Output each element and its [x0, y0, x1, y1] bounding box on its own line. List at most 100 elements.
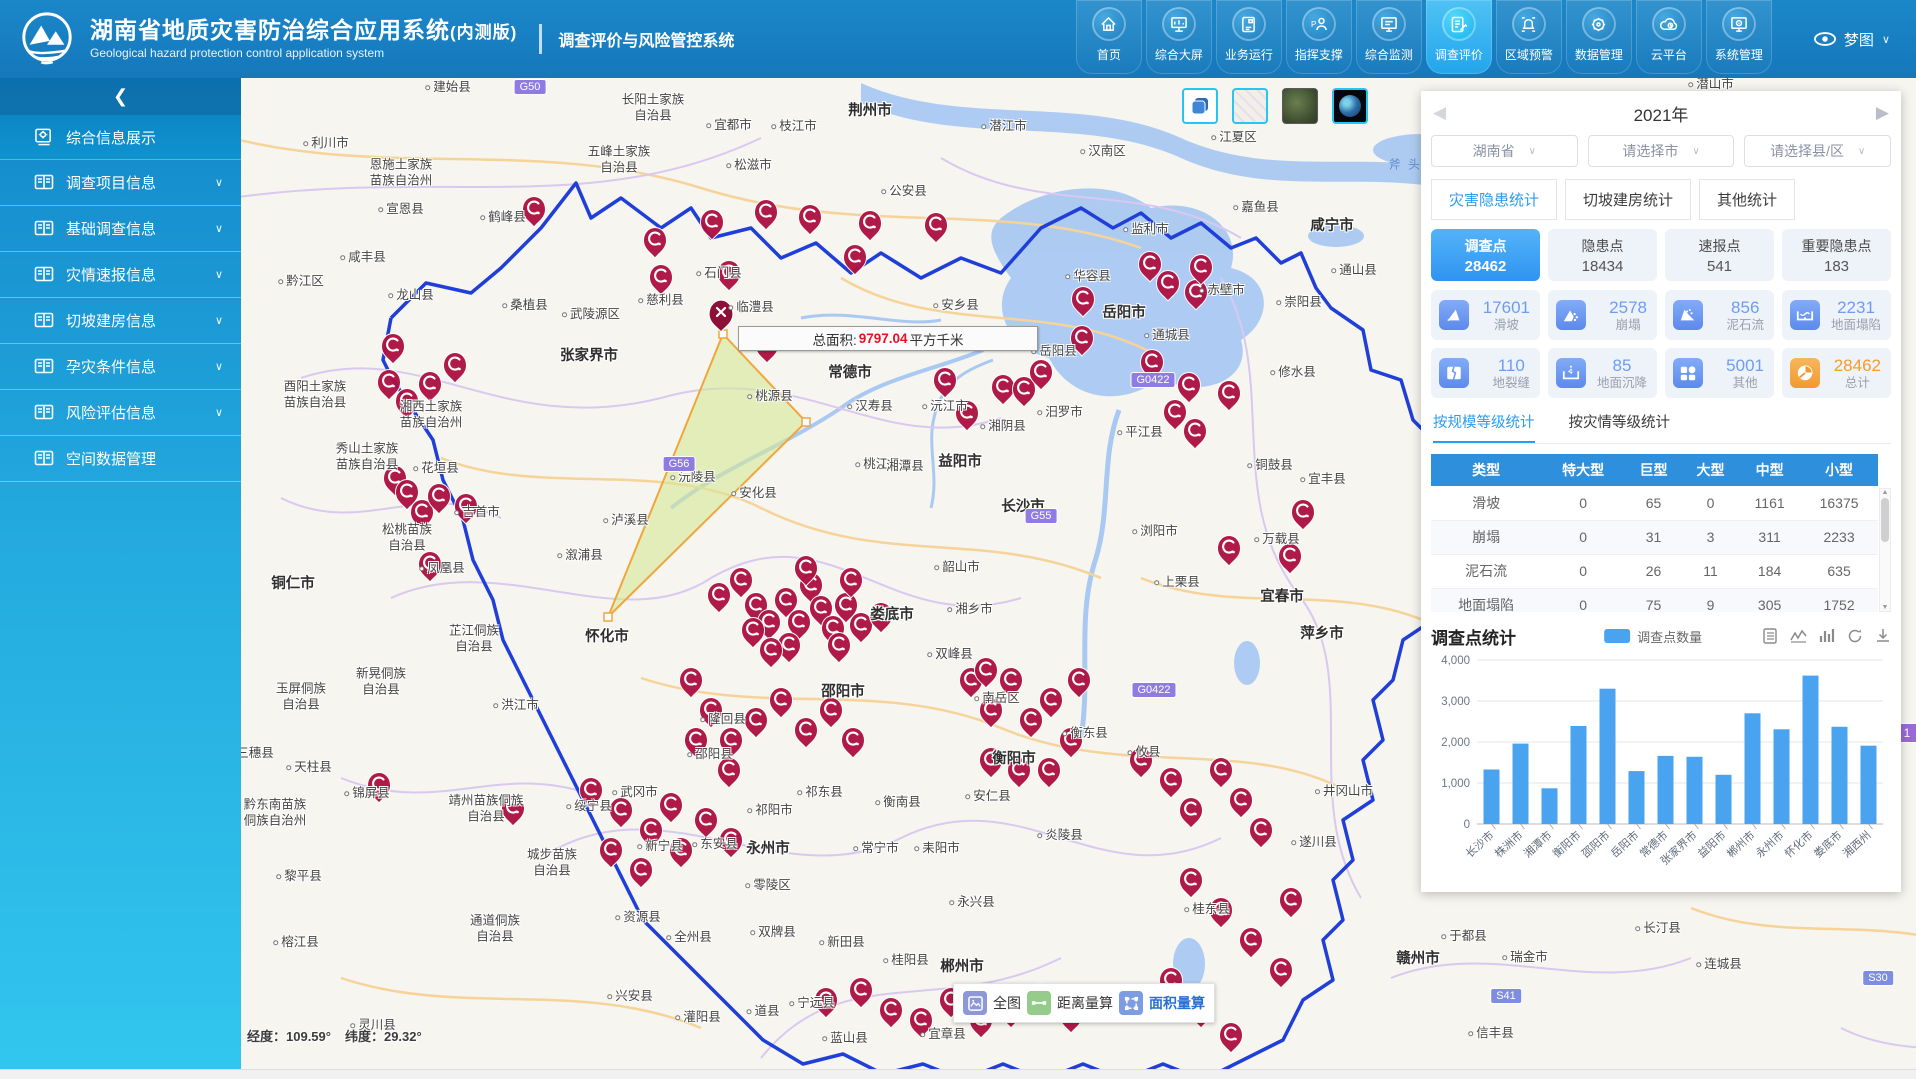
bar-益阳市[interactable] [1716, 775, 1732, 824]
data-view-icon[interactable] [1763, 628, 1778, 644]
hazard-marker[interactable] [419, 372, 442, 403]
hazard-marker[interactable] [1160, 768, 1183, 799]
hazard-marker[interactable] [1210, 898, 1233, 929]
nav-item-数据管理[interactable]: 数据管理 [1566, 0, 1632, 74]
region-select-0[interactable]: 湖南省∨ [1431, 135, 1578, 167]
距离量算-button[interactable]: 距离量算 [1027, 991, 1113, 1015]
bar-长沙市[interactable] [1484, 770, 1500, 825]
hazard-marker[interactable] [1060, 728, 1083, 759]
hazard-marker[interactable] [850, 978, 873, 1009]
stat-card-隐患点[interactable]: 隐患点18434 [1548, 229, 1657, 281]
nav-item-云平台[interactable]: 云平台 [1636, 0, 1702, 74]
bar-湘潭市[interactable] [1542, 788, 1558, 824]
bar-常德市[interactable] [1658, 756, 1674, 824]
sidebar-item-切坡建房信息[interactable]: 切坡建房信息∨ [0, 298, 241, 344]
hazard-marker[interactable] [600, 838, 623, 869]
hazard-marker[interactable] [815, 988, 838, 1019]
hazard-marker[interactable] [419, 552, 442, 583]
user-area[interactable]: 梦图 ∨ [1814, 29, 1890, 50]
hazard-marker[interactable] [1130, 748, 1153, 779]
sidebar-item-灾情速报信息[interactable]: 灾情速报信息∨ [0, 252, 241, 298]
hazard-marker[interactable] [1218, 381, 1241, 412]
download-icon[interactable] [1875, 628, 1891, 644]
hazard-marker[interactable] [368, 773, 391, 804]
面积量算-button[interactable]: 面积量算 [1119, 991, 1205, 1015]
hazard-marker[interactable] [992, 375, 1015, 406]
sidebar-item-调查项目信息[interactable]: 调查项目信息∨ [0, 160, 241, 206]
bar-郴州市[interactable] [1745, 713, 1761, 824]
table-scrollbar[interactable]: ▲▼ [1879, 488, 1891, 612]
全图-button[interactable]: 全图 [963, 991, 1021, 1015]
bar-永州市[interactable] [1774, 729, 1790, 824]
tab-其他统计[interactable]: 其他统计 [1699, 179, 1795, 220]
sidebar-item-风险评估信息[interactable]: 风险评估信息∨ [0, 390, 241, 436]
nav-item-调查评价[interactable]: 调查评价 [1426, 0, 1492, 74]
hazard-marker[interactable] [859, 211, 882, 242]
hazard-marker[interactable] [680, 668, 703, 699]
hazard-marker[interactable] [1210, 758, 1233, 789]
hazard-marker[interactable] [934, 368, 957, 399]
region-select-1[interactable]: 请选择市∨ [1588, 135, 1735, 167]
hazard-marker[interactable] [1180, 798, 1203, 829]
hazard-marker[interactable] [1270, 958, 1293, 989]
close-measure-marker[interactable] [709, 300, 733, 332]
hazard-marker[interactable] [1292, 500, 1315, 531]
hazard-marker[interactable] [745, 708, 768, 739]
hazard-marker[interactable] [730, 568, 753, 599]
hazard-marker[interactable] [523, 197, 546, 228]
nav-item-系统管理[interactable]: 系统管理 [1706, 0, 1772, 74]
hazard-marker[interactable] [1180, 868, 1203, 899]
stat-card-速报点[interactable]: 速报点541 [1665, 229, 1774, 281]
refresh-icon[interactable] [1847, 628, 1863, 644]
hazard-marker[interactable] [1008, 758, 1031, 789]
bar-娄底市[interactable] [1832, 727, 1848, 824]
nav-item-首页[interactable]: 首页 [1076, 0, 1142, 74]
sidebar-collapse-button[interactable]: ❮ [0, 78, 241, 114]
tab-灾害隐患统计[interactable]: 灾害隐患统计 [1431, 179, 1557, 220]
nav-item-业务运行[interactable]: 业务运行 [1216, 0, 1282, 74]
hazard-marker[interactable] [755, 200, 778, 231]
hazard-marker[interactable] [1250, 818, 1273, 849]
line-chart-icon[interactable] [1790, 628, 1807, 644]
bar-怀化市[interactable] [1803, 676, 1819, 824]
tab-切坡建房统计[interactable]: 切坡建房统计 [1565, 179, 1691, 220]
hazard-marker[interactable] [980, 748, 1003, 779]
hazard-marker[interactable] [650, 265, 673, 296]
hazard-marker[interactable] [610, 798, 633, 829]
bar-衡阳市[interactable] [1571, 726, 1587, 824]
hazard-marker[interactable] [760, 638, 783, 669]
hazard-marker[interactable] [382, 334, 405, 365]
hazard-marker[interactable] [1000, 668, 1023, 699]
globe-basemap-thumbnail[interactable] [1332, 88, 1368, 124]
hazard-marker[interactable] [700, 698, 723, 729]
bar-岳阳市[interactable] [1629, 771, 1645, 824]
region-select-2[interactable]: 请选择县/区∨ [1744, 135, 1891, 167]
hazard-marker[interactable] [718, 261, 741, 292]
hazard-marker[interactable] [1178, 373, 1201, 404]
hazard-marker[interactable] [1164, 400, 1187, 431]
bar-chart-icon[interactable] [1819, 628, 1835, 644]
hazard-marker[interactable] [770, 688, 793, 719]
hazard-marker[interactable] [799, 205, 822, 236]
hazard-marker[interactable] [1240, 928, 1263, 959]
hazard-marker[interactable] [444, 353, 467, 384]
hazard-marker[interactable] [718, 758, 741, 789]
sidebar-item-孕灾条件信息[interactable]: 孕灾条件信息∨ [0, 344, 241, 390]
hazard-marker[interactable] [1230, 788, 1253, 819]
hazard-marker[interactable] [455, 494, 478, 525]
year-next-button[interactable]: ▶ [1876, 103, 1889, 123]
sidebar-item-空间数据管理[interactable]: 空间数据管理 [0, 436, 241, 482]
street-basemap-thumbnail[interactable] [1232, 88, 1268, 124]
layers-button[interactable] [1182, 88, 1218, 124]
hazard-marker[interactable] [644, 228, 667, 259]
hazard-marker[interactable] [795, 718, 818, 749]
hazard-marker[interactable] [695, 808, 718, 839]
satellite-basemap-thumbnail[interactable] [1282, 88, 1318, 124]
nav-item-综合监测[interactable]: 综合监测 [1356, 0, 1422, 74]
hazard-marker[interactable] [708, 583, 731, 614]
hazard-marker[interactable] [850, 613, 873, 644]
bar-株洲市[interactable] [1513, 744, 1529, 824]
hazard-marker[interactable] [685, 728, 708, 759]
hazard-marker[interactable] [870, 603, 893, 634]
hazard-marker[interactable] [820, 698, 843, 729]
